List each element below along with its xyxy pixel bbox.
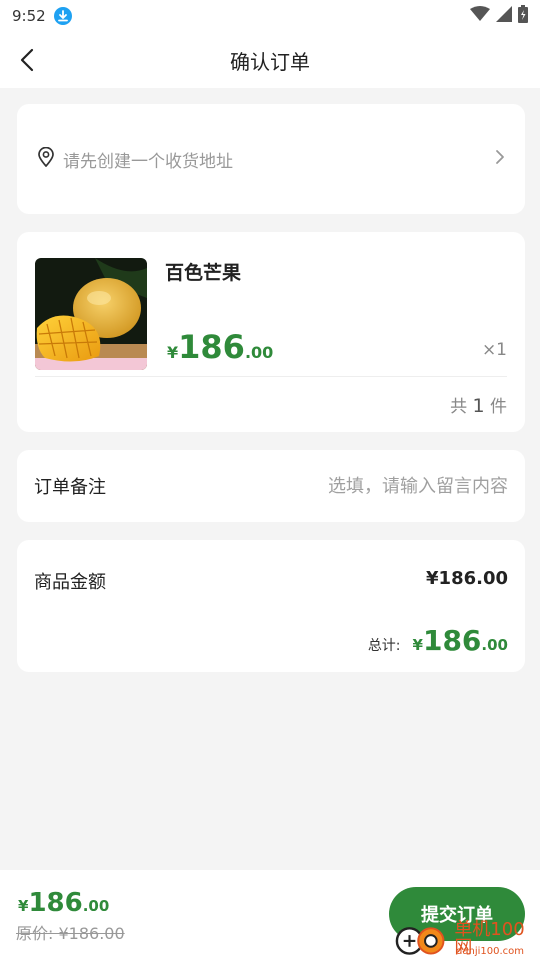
product-price-integer: 186: [178, 328, 245, 366]
divider: [35, 376, 507, 377]
footer-price-symbol: ¥: [18, 897, 29, 915]
product-total-count: 共 1 件: [450, 392, 507, 417]
remark-card: 订单备注: [17, 450, 525, 522]
footer-price: ¥186.00: [18, 888, 109, 918]
back-arrow-icon: [20, 48, 34, 72]
watermark-subtext: danji100.com: [456, 946, 524, 957]
product-image: [35, 258, 147, 370]
total-count: 1: [472, 395, 485, 417]
watermark-logo: [395, 927, 445, 955]
product-price-decimal: .00: [244, 343, 274, 362]
total-price-decimal: .00: [481, 636, 508, 654]
address-card[interactable]: 请先创建一个收货地址: [17, 104, 525, 214]
product-name: 百色芒果: [165, 262, 242, 284]
status-time: 9:52: [12, 7, 46, 25]
download-icon: [53, 7, 72, 25]
battery-icon: [518, 5, 528, 27]
total-label: 总计:: [367, 638, 401, 654]
page-title: 确认订单: [230, 49, 310, 74]
status-icons: [470, 5, 528, 27]
signal-icon: [496, 6, 512, 26]
total-suffix: 件: [490, 397, 507, 417]
total-price-symbol: ¥: [412, 636, 423, 654]
address-placeholder: 请先创建一个收货地址: [63, 151, 233, 172]
total-prefix: 共: [450, 397, 468, 417]
original-price: 原价: ¥186.00: [16, 924, 125, 943]
watermark: 单机100网 danji100.com: [394, 918, 540, 960]
product-price-symbol: ¥: [167, 343, 179, 362]
remark-label: 订单备注: [34, 477, 106, 498]
footer-price-integer: 186: [28, 888, 83, 918]
chevron-right-icon: [495, 149, 505, 169]
remark-input[interactable]: [248, 475, 508, 497]
goods-amount-value: ¥186.00: [426, 568, 508, 589]
product-card: 百色芒果 ¥186.00 ×1 共 1 件: [17, 232, 525, 432]
total-price-integer: 186: [422, 624, 482, 657]
total-row: 总计: ¥186.00: [368, 624, 508, 657]
amount-card: 商品金额 ¥186.00 总计: ¥186.00: [17, 540, 525, 672]
total-price: ¥186.00: [413, 624, 508, 657]
product-price: ¥186.00: [167, 328, 273, 366]
product-quantity: ×1: [481, 340, 507, 360]
location-pin-icon: [37, 146, 55, 171]
goods-amount-label: 商品金额: [34, 572, 106, 593]
status-bar: 9:52: [0, 0, 540, 32]
nav-bar: 确认订单: [0, 32, 540, 88]
back-button[interactable]: [12, 44, 44, 76]
wifi-icon: [470, 6, 490, 26]
footer-price-decimal: .00: [82, 897, 110, 915]
